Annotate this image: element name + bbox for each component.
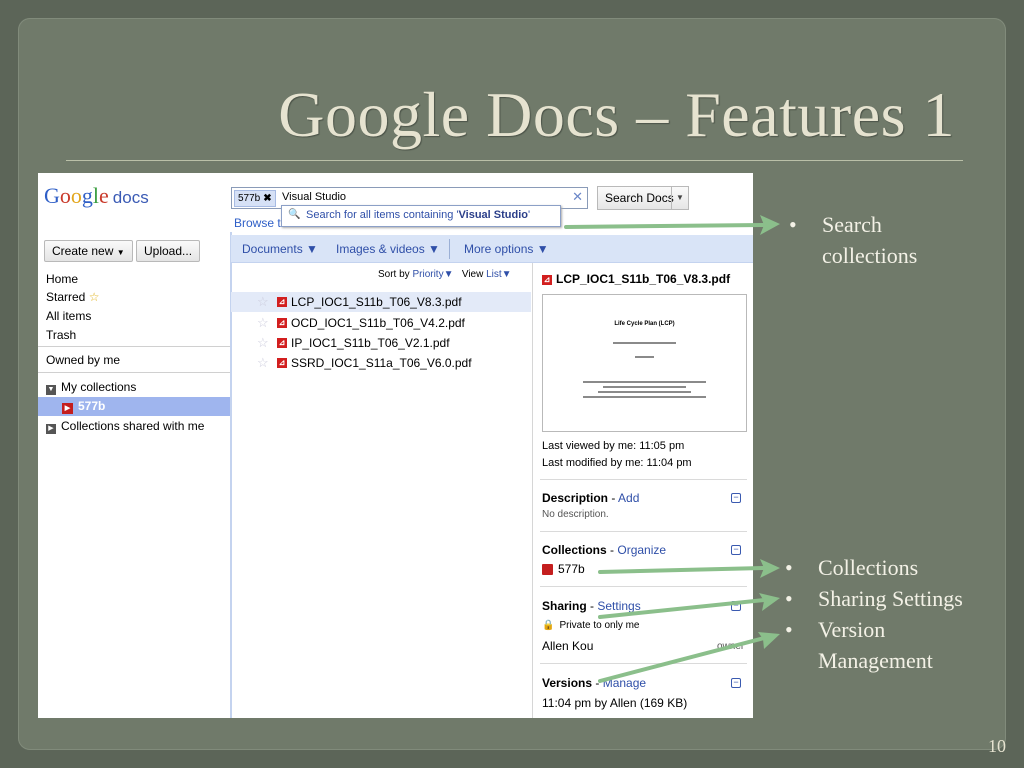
callout-version-management: Version [818,617,886,642]
arrow-versions [598,636,766,683]
arrow-collections [598,566,766,574]
arrow-search [564,223,766,229]
callout-sharing-settings: Sharing Settings [818,586,963,611]
arrow-sharing [598,598,766,619]
page-number: 10 [988,736,1006,756]
callout-collections: Collections [818,555,919,580]
